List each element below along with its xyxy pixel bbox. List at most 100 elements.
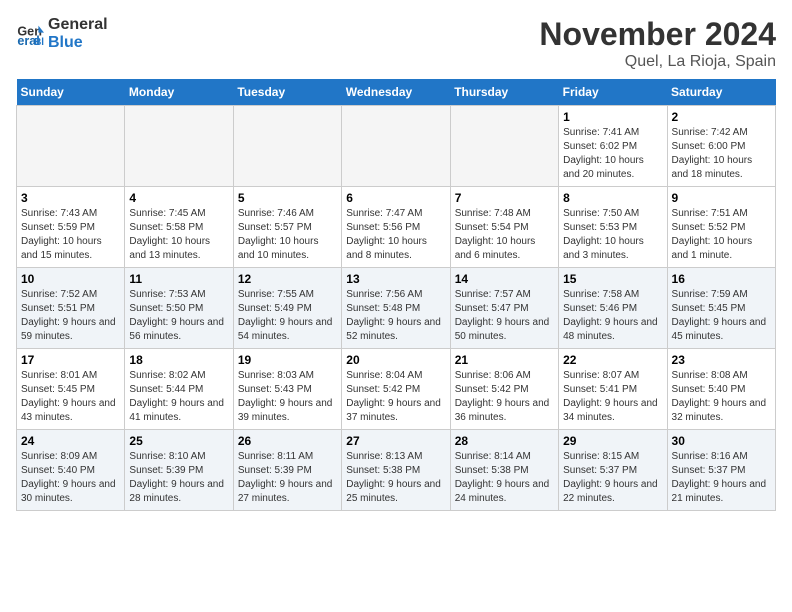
day-info: Sunrise: 8:15 AM Sunset: 5:37 PM Dayligh…: [563, 450, 662, 506]
weekday-header: Monday: [125, 79, 233, 106]
logo-line1: General: [48, 16, 108, 34]
calendar-cell: 2 Sunrise: 7:42 AM Sunset: 6:00 PM Daylig…: [667, 106, 775, 187]
day-number: 17: [21, 353, 120, 367]
day-info: Sunrise: 7:47 AM Sunset: 5:56 PM Dayligh…: [346, 207, 445, 263]
day-number: 22: [563, 353, 662, 367]
calendar-cell: 6 Sunrise: 7:47 AM Sunset: 5:56 PM Daylig…: [342, 187, 450, 268]
calendar-row: 10 Sunrise: 7:52 AM Sunset: 5:51 PM Dayli…: [17, 268, 776, 349]
weekday-header: Thursday: [450, 79, 558, 106]
day-number: 28: [455, 434, 554, 448]
calendar-body: 1 Sunrise: 7:41 AM Sunset: 6:02 PM Daylig…: [17, 106, 776, 511]
day-info: Sunrise: 8:09 AM Sunset: 5:40 PM Dayligh…: [21, 450, 120, 506]
calendar-row: 3Sunrise: 7:43 AM Sunset: 5:59 PM Daylig…: [17, 187, 776, 268]
day-number: 27: [346, 434, 445, 448]
day-info: Sunrise: 8:13 AM Sunset: 5:38 PM Dayligh…: [346, 450, 445, 506]
day-info: Sunrise: 7:59 AM Sunset: 5:45 PM Dayligh…: [672, 288, 771, 344]
calendar-cell: 18 Sunrise: 8:02 AM Sunset: 5:44 PM Dayli…: [125, 349, 233, 430]
day-number: 30: [672, 434, 771, 448]
day-number: 23: [672, 353, 771, 367]
day-info: Sunrise: 8:08 AM Sunset: 5:40 PM Dayligh…: [672, 369, 771, 425]
calendar-cell: 23 Sunrise: 8:08 AM Sunset: 5:40 PM Dayli…: [667, 349, 775, 430]
day-info: Sunrise: 7:41 AM Sunset: 6:02 PM Dayligh…: [563, 126, 662, 182]
day-number: 14: [455, 272, 554, 286]
calendar-cell: 22 Sunrise: 8:07 AM Sunset: 5:41 PM Dayli…: [559, 349, 667, 430]
day-info: Sunrise: 7:48 AM Sunset: 5:54 PM Dayligh…: [455, 207, 554, 263]
day-info: Sunrise: 8:02 AM Sunset: 5:44 PM Dayligh…: [129, 369, 228, 425]
calendar-cell: [125, 106, 233, 187]
calendar-row: 24 Sunrise: 8:09 AM Sunset: 5:40 PM Dayli…: [17, 430, 776, 511]
calendar-cell: 26Sunrise: 8:11 AM Sunset: 5:39 PM Dayli…: [233, 430, 341, 511]
page-header: Gen eral Blue General Blue November 2024…: [16, 16, 776, 71]
day-info: Sunrise: 8:07 AM Sunset: 5:41 PM Dayligh…: [563, 369, 662, 425]
day-number: 4: [129, 191, 228, 205]
day-info: Sunrise: 8:16 AM Sunset: 5:37 PM Dayligh…: [672, 450, 771, 506]
day-info: Sunrise: 7:50 AM Sunset: 5:53 PM Dayligh…: [563, 207, 662, 263]
day-info: Sunrise: 8:06 AM Sunset: 5:42 PM Dayligh…: [455, 369, 554, 425]
logo-icon: Gen eral Blue: [16, 20, 44, 48]
day-number: 16: [672, 272, 771, 286]
day-number: 25: [129, 434, 228, 448]
day-info: Sunrise: 7:46 AM Sunset: 5:57 PM Dayligh…: [238, 207, 337, 263]
day-number: 29: [563, 434, 662, 448]
calendar-cell: 24 Sunrise: 8:09 AM Sunset: 5:40 PM Dayli…: [17, 430, 125, 511]
day-number: 11: [129, 272, 228, 286]
weekday-header: Saturday: [667, 79, 775, 106]
calendar-cell: 10 Sunrise: 7:52 AM Sunset: 5:51 PM Dayli…: [17, 268, 125, 349]
day-info: Sunrise: 7:42 AM Sunset: 6:00 PM Dayligh…: [672, 126, 771, 182]
day-number: 5: [238, 191, 337, 205]
svg-text:Blue: Blue: [34, 37, 44, 48]
calendar-cell: 28 Sunrise: 8:14 AM Sunset: 5:38 PM Dayli…: [450, 430, 558, 511]
calendar-cell: 30 Sunrise: 8:16 AM Sunset: 5:37 PM Dayli…: [667, 430, 775, 511]
calendar-cell: 12 Sunrise: 7:55 AM Sunset: 5:49 PM Dayli…: [233, 268, 341, 349]
weekday-header: Sunday: [17, 79, 125, 106]
day-info: Sunrise: 7:57 AM Sunset: 5:47 PM Dayligh…: [455, 288, 554, 344]
day-info: Sunrise: 7:58 AM Sunset: 5:46 PM Dayligh…: [563, 288, 662, 344]
calendar-cell: 21Sunrise: 8:06 AM Sunset: 5:42 PM Dayli…: [450, 349, 558, 430]
day-number: 9: [672, 191, 771, 205]
calendar-cell: 8Sunrise: 7:50 AM Sunset: 5:53 PM Daylig…: [559, 187, 667, 268]
calendar-table: SundayMondayTuesdayWednesdayThursdayFrid…: [16, 79, 776, 511]
day-info: Sunrise: 7:43 AM Sunset: 5:59 PM Dayligh…: [21, 207, 120, 263]
day-info: Sunrise: 8:04 AM Sunset: 5:42 PM Dayligh…: [346, 369, 445, 425]
calendar-cell: 25 Sunrise: 8:10 AM Sunset: 5:39 PM Dayli…: [125, 430, 233, 511]
calendar-cell: [450, 106, 558, 187]
day-info: Sunrise: 7:45 AM Sunset: 5:58 PM Dayligh…: [129, 207, 228, 263]
logo: Gen eral Blue General Blue: [16, 16, 108, 51]
day-info: Sunrise: 8:10 AM Sunset: 5:39 PM Dayligh…: [129, 450, 228, 506]
calendar-cell: 14 Sunrise: 7:57 AM Sunset: 5:47 PM Dayli…: [450, 268, 558, 349]
day-number: 7: [455, 191, 554, 205]
day-info: Sunrise: 8:01 AM Sunset: 5:45 PM Dayligh…: [21, 369, 120, 425]
calendar-cell: 13Sunrise: 7:56 AM Sunset: 5:48 PM Dayli…: [342, 268, 450, 349]
day-number: 10: [21, 272, 120, 286]
day-info: Sunrise: 7:53 AM Sunset: 5:50 PM Dayligh…: [129, 288, 228, 344]
day-info: Sunrise: 7:55 AM Sunset: 5:49 PM Dayligh…: [238, 288, 337, 344]
day-number: 2: [672, 110, 771, 124]
day-number: 12: [238, 272, 337, 286]
calendar-cell: 5 Sunrise: 7:46 AM Sunset: 5:57 PM Daylig…: [233, 187, 341, 268]
weekday-header: Tuesday: [233, 79, 341, 106]
month-title: November 2024: [539, 16, 776, 53]
day-number: 6: [346, 191, 445, 205]
day-number: 15: [563, 272, 662, 286]
day-number: 1: [563, 110, 662, 124]
day-number: 18: [129, 353, 228, 367]
day-info: Sunrise: 8:14 AM Sunset: 5:38 PM Dayligh…: [455, 450, 554, 506]
calendar-cell: 4 Sunrise: 7:45 AM Sunset: 5:58 PM Daylig…: [125, 187, 233, 268]
location: Quel, La Rioja, Spain: [539, 53, 776, 71]
calendar-cell: 29 Sunrise: 8:15 AM Sunset: 5:37 PM Dayli…: [559, 430, 667, 511]
calendar-cell: 3Sunrise: 7:43 AM Sunset: 5:59 PM Daylig…: [17, 187, 125, 268]
day-number: 20: [346, 353, 445, 367]
calendar-cell: [233, 106, 341, 187]
day-number: 19: [238, 353, 337, 367]
day-number: 26: [238, 434, 337, 448]
weekday-header: Friday: [559, 79, 667, 106]
title-block: November 2024 Quel, La Rioja, Spain: [539, 16, 776, 71]
calendar-cell: 1 Sunrise: 7:41 AM Sunset: 6:02 PM Daylig…: [559, 106, 667, 187]
calendar-header-row: SundayMondayTuesdayWednesdayThursdayFrid…: [17, 79, 776, 106]
day-number: 24: [21, 434, 120, 448]
calendar-cell: 27 Sunrise: 8:13 AM Sunset: 5:38 PM Dayli…: [342, 430, 450, 511]
day-info: Sunrise: 7:52 AM Sunset: 5:51 PM Dayligh…: [21, 288, 120, 344]
calendar-cell: 20 Sunrise: 8:04 AM Sunset: 5:42 PM Dayli…: [342, 349, 450, 430]
day-info: Sunrise: 8:03 AM Sunset: 5:43 PM Dayligh…: [238, 369, 337, 425]
calendar-cell: 16 Sunrise: 7:59 AM Sunset: 5:45 PM Dayli…: [667, 268, 775, 349]
